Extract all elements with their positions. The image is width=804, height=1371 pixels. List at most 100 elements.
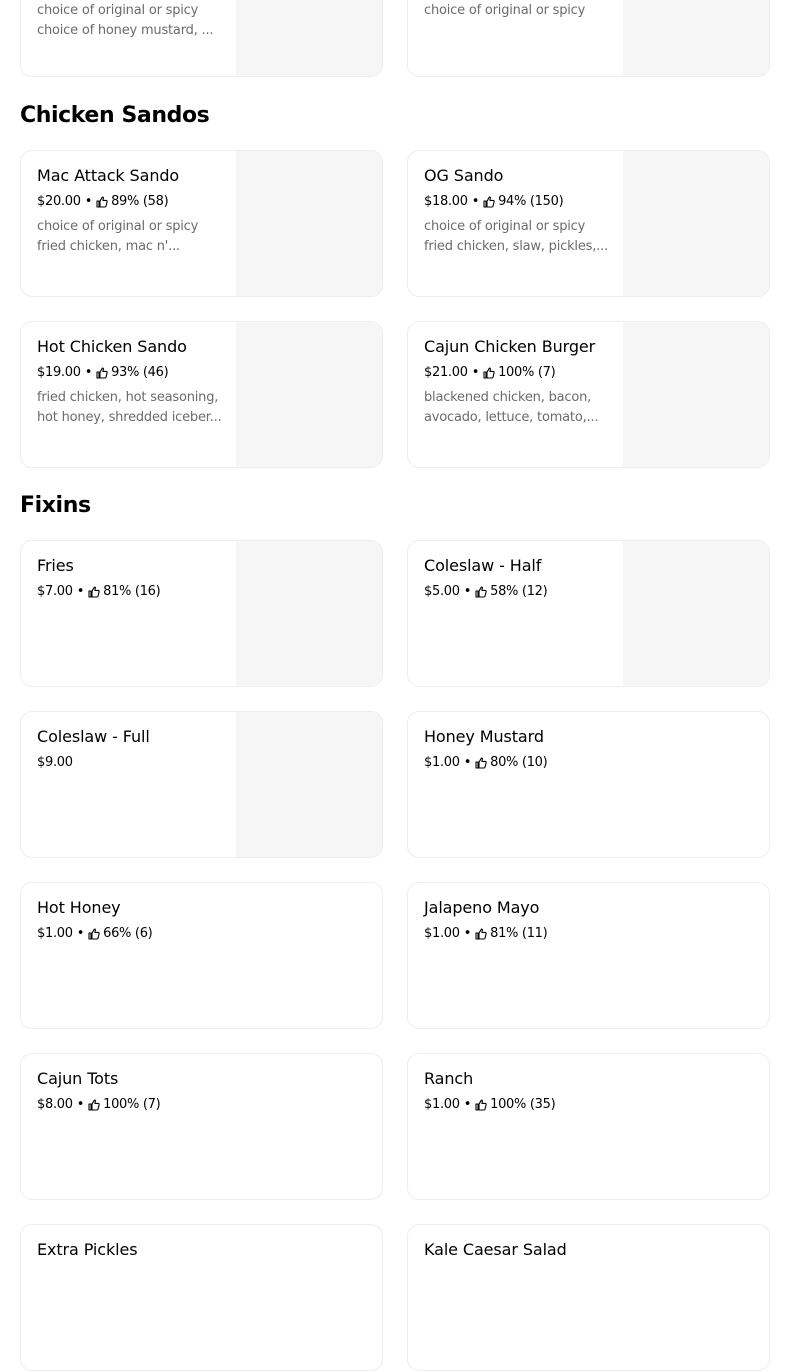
item-meta: $1.00 • 81% (11)	[424, 926, 548, 941]
item-rating: 94% (150)	[498, 194, 564, 209]
item-name: Coleslaw - Half	[424, 556, 542, 575]
menu-item-card[interactable]: Fries $7.00 • 81% (16)	[20, 540, 383, 687]
item-rating: 89% (58)	[111, 194, 169, 209]
item-price: $9.00	[37, 755, 73, 770]
item-meta: $1.00 • 80% (10)	[424, 755, 548, 770]
item-price: $19.00	[37, 365, 81, 380]
separator: •	[463, 926, 472, 941]
item-description: choice of original or spicy choice of ho…	[37, 3, 214, 38]
item-image	[623, 151, 769, 296]
item-meta: $1.00 • 66% (6)	[37, 926, 153, 941]
item-description: fried chicken, hot seasoning, hot honey,…	[37, 390, 222, 425]
menu-item-card[interactable]: choice of original or spicy choice of ho…	[20, 0, 383, 77]
item-price: $18.00	[424, 194, 468, 209]
thumbs-up-icon	[88, 585, 100, 598]
menu-item-card[interactable]: OG Sando $18.00 • 94% (150) choice of or…	[407, 150, 770, 297]
item-description: choice of original or spicy fried chicke…	[37, 219, 199, 254]
item-image	[236, 322, 382, 467]
item-description: blackened chicken, bacon, avocado, lettu…	[424, 390, 599, 425]
item-name: OG Sando	[424, 166, 504, 185]
item-rating: 81% (11)	[490, 926, 548, 941]
menu-item-card[interactable]: Coleslaw - Half $5.00 • 58% (12)	[407, 540, 770, 687]
item-meta: $18.00 • 94% (150)	[424, 194, 564, 209]
item-name: Cajun Tots	[37, 1069, 119, 1088]
separator: •	[76, 1097, 85, 1112]
item-meta: $19.00 • 93% (46)	[37, 365, 169, 380]
section-title-chicken-sandos: Chicken Sandos	[20, 103, 210, 128]
menu-item-card[interactable]: Mac Attack Sando $20.00 • 89% (58) choic…	[20, 150, 383, 297]
separator: •	[76, 584, 85, 599]
separator: •	[471, 194, 480, 209]
item-price: $1.00	[424, 1097, 460, 1112]
item-name: Extra Pickles	[37, 1240, 138, 1259]
menu-item-card[interactable]: Coleslaw - Full $9.00	[20, 711, 383, 858]
menu-item-card[interactable]: Extra Pickles	[20, 1224, 383, 1371]
separator: •	[76, 926, 85, 941]
item-rating: 81% (16)	[103, 584, 161, 599]
item-name: Fries	[37, 556, 74, 575]
menu-item-card[interactable]: Ranch $1.00 • 100% (35)	[407, 1053, 770, 1200]
item-image	[623, 322, 769, 467]
item-image	[236, 541, 382, 686]
item-name: Ranch	[424, 1069, 474, 1088]
menu-item-card[interactable]: Cajun Tots $8.00 • 100% (7)	[20, 1053, 383, 1200]
item-name: Coleslaw - Full	[37, 727, 150, 746]
item-meta: $21.00 • 100% (7)	[424, 365, 556, 380]
thumbs-up-icon	[475, 585, 487, 598]
menu-item-card[interactable]: Cajun Chicken Burger $21.00 • 100% (7) b…	[407, 321, 770, 468]
thumbs-up-icon	[483, 366, 495, 379]
item-meta: $1.00 • 100% (35)	[424, 1097, 556, 1112]
thumbs-up-icon	[88, 1098, 100, 1111]
item-name: Cajun Chicken Burger	[424, 337, 596, 356]
item-description: choice of original or spicy fried chicke…	[424, 219, 608, 254]
item-price: $8.00	[37, 1097, 73, 1112]
item-price: $21.00	[424, 365, 468, 380]
item-meta: $9.00	[37, 755, 73, 770]
section-title-fixins: Fixins	[20, 493, 91, 518]
item-rating: 100% (7)	[103, 1097, 161, 1112]
item-rating: 80% (10)	[490, 755, 548, 770]
thumbs-up-icon	[475, 756, 487, 769]
item-image	[236, 0, 382, 76]
item-image	[236, 151, 382, 296]
thumbs-up-icon	[96, 366, 108, 379]
separator: •	[463, 584, 472, 599]
thumbs-up-icon	[88, 927, 100, 940]
item-meta: $20.00 • 89% (58)	[37, 194, 169, 209]
item-rating: 66% (6)	[103, 926, 153, 941]
item-rating: 100% (7)	[498, 365, 556, 380]
item-description: choice of original or spicy	[424, 3, 586, 18]
item-price: $5.00	[424, 584, 460, 599]
item-price: $1.00	[424, 926, 460, 941]
menu-item-card[interactable]: Honey Mustard $1.00 • 80% (10)	[407, 711, 770, 858]
item-image	[623, 0, 769, 76]
menu-item-card[interactable]: Jalapeno Mayo $1.00 • 81% (11)	[407, 882, 770, 1029]
item-name: Hot Chicken Sando	[37, 337, 187, 356]
separator: •	[84, 194, 93, 209]
item-rating: 93% (46)	[111, 365, 169, 380]
thumbs-up-icon	[475, 1098, 487, 1111]
separator: •	[84, 365, 93, 380]
item-name: Kale Caesar Salad	[424, 1240, 567, 1259]
thumbs-up-icon	[475, 927, 487, 940]
item-name: Honey Mustard	[424, 727, 544, 746]
item-price: $7.00	[37, 584, 73, 599]
menu-item-card[interactable]: Hot Honey $1.00 • 66% (6)	[20, 882, 383, 1029]
item-name: Jalapeno Mayo	[424, 898, 540, 917]
item-meta: $5.00 • 58% (12)	[424, 584, 548, 599]
separator: •	[463, 755, 472, 770]
thumbs-up-icon	[483, 195, 495, 208]
separator: •	[471, 365, 480, 380]
thumbs-up-icon	[96, 195, 108, 208]
menu-item-card[interactable]: Hot Chicken Sando $19.00 • 93% (46) frie…	[20, 321, 383, 468]
menu-item-card[interactable]: Kale Caesar Salad	[407, 1224, 770, 1371]
item-image	[623, 541, 769, 686]
item-rating: 58% (12)	[490, 584, 548, 599]
separator: •	[463, 1097, 472, 1112]
item-rating: 100% (35)	[490, 1097, 556, 1112]
menu-item-card[interactable]: choice of original or spicy	[407, 0, 770, 77]
item-name: Mac Attack Sando	[37, 166, 180, 185]
item-image	[236, 712, 382, 857]
item-name: Hot Honey	[37, 898, 121, 917]
item-meta: $7.00 • 81% (16)	[37, 584, 161, 599]
